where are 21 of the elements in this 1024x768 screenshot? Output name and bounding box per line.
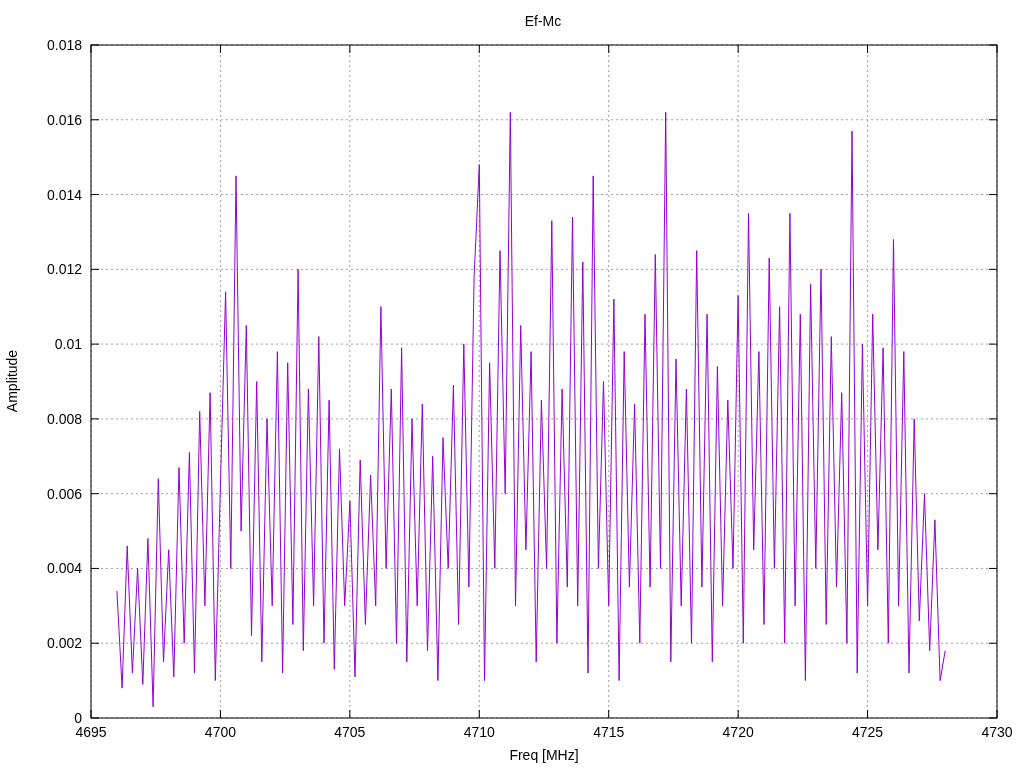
x-tick-label: 4725 <box>852 724 884 740</box>
x-tick-label: 4730 <box>981 724 1013 740</box>
x-tick-label: 4705 <box>334 724 366 740</box>
y-axis-title: Amplitude <box>4 349 20 413</box>
y-tick-label: 0.006 <box>46 485 82 502</box>
x-tick-label: 4710 <box>463 724 495 740</box>
y-tick-label: 0.018 <box>46 37 82 53</box>
y-tick-label: 0.016 <box>46 111 82 128</box>
x-tick-label: 4695 <box>75 724 107 740</box>
x-tick-label: 4715 <box>593 724 625 740</box>
x-tick-label: 4700 <box>204 724 236 740</box>
x-axis-title: Freq [MHz] <box>509 747 579 763</box>
y-tick-label: 0.002 <box>46 635 82 652</box>
y-tick-label: 0 <box>74 710 82 726</box>
y-tick-label: 0.004 <box>46 560 82 577</box>
y-tick-label: 0.012 <box>46 261 82 278</box>
y-tick-label: 0.01 <box>54 336 82 353</box>
y-tick-label: 0.014 <box>46 186 82 203</box>
x-tick-label: 4720 <box>722 724 754 740</box>
y-tick-label: 0.008 <box>46 410 82 427</box>
chart-title: Ef-Mc <box>524 13 562 29</box>
